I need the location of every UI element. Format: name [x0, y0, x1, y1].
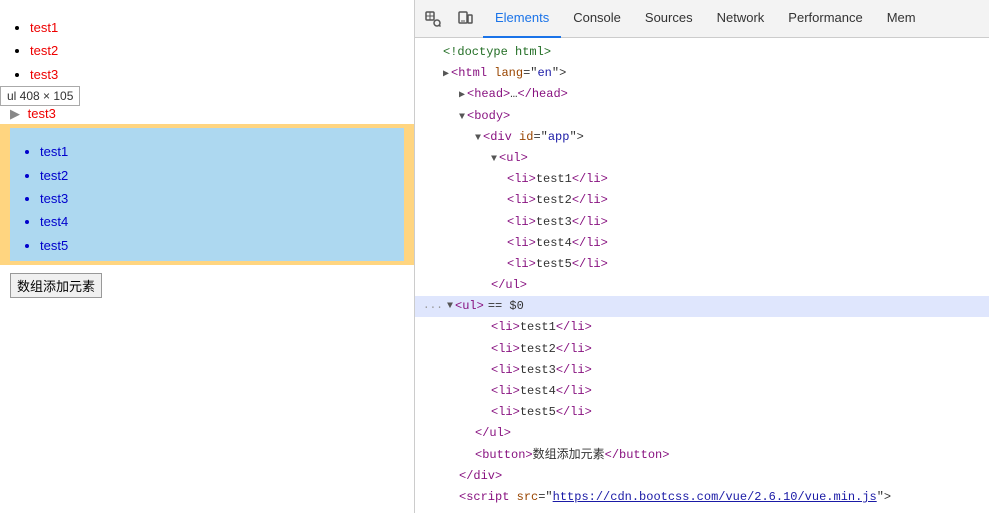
devtools-panel: Elements Console Sources Network Perform…: [415, 0, 989, 513]
code-head[interactable]: ▶<head>…</head>: [415, 84, 989, 105]
h-link-5[interactable]: test5: [40, 238, 68, 253]
selected-indicator: == $0: [488, 297, 524, 316]
code-ul-close-2[interactable]: </ul>: [415, 423, 989, 444]
code-button[interactable]: <button>数组添加元素</button>: [415, 445, 989, 466]
expand-div[interactable]: ▼: [475, 131, 481, 147]
inspect-icon[interactable]: [419, 5, 447, 33]
add-button[interactable]: 数组添加元素: [10, 273, 102, 298]
code-li2-4[interactable]: <li>test4</li>: [415, 381, 989, 402]
devtools-code-panel: <!doctype html> ▶<html lang="en"> ▶<head…: [415, 38, 989, 513]
expand-head[interactable]: ▶: [459, 88, 465, 104]
h-item-5: test5: [40, 234, 394, 257]
code-doctype: <!doctype html>: [415, 42, 989, 63]
link-test3[interactable]: test3: [30, 67, 58, 82]
code-body[interactable]: ▼<body>: [415, 106, 989, 127]
h-link-4[interactable]: test4: [40, 214, 68, 229]
element-tooltip: ul 408 × 105: [0, 86, 80, 106]
tab-mem[interactable]: Mem: [875, 0, 928, 38]
code-ul-selected[interactable]: ... ▼ <ul> == $0: [415, 296, 989, 317]
code-li-1[interactable]: <li>test1</li>: [415, 169, 989, 190]
top-list: test1 test2 test3: [0, 0, 414, 94]
highlighted-inner: test1 test2 test3 test4 test5: [10, 128, 404, 261]
code-li2-5[interactable]: <li>test5</li>: [415, 402, 989, 423]
tab-network[interactable]: Network: [705, 0, 777, 38]
tab-console[interactable]: Console: [561, 0, 633, 38]
tooltip-text: ul 408 × 105: [7, 89, 73, 103]
code-li2-3[interactable]: <li>test3</li>: [415, 360, 989, 381]
h-item-2: test2: [40, 164, 394, 187]
expand-ul1[interactable]: ▼: [491, 152, 497, 168]
h-link-3[interactable]: test3: [40, 191, 68, 206]
add-button-container: 数组添加元素: [0, 265, 414, 306]
collapsed-item-label: test3: [28, 106, 56, 121]
code-li2-1[interactable]: <li>test1</li>: [415, 317, 989, 338]
device-icon[interactable]: [451, 5, 479, 33]
list-item-3: test3: [30, 63, 404, 86]
collapsed-item-row: ▶ test3: [0, 106, 414, 122]
h-item-1: test1: [40, 140, 394, 163]
code-li-4[interactable]: <li>test4</li>: [415, 233, 989, 254]
devtools-tabs-bar: Elements Console Sources Network Perform…: [415, 0, 989, 38]
code-ul-first[interactable]: ▼<ul>: [415, 148, 989, 169]
list-item-1: test1: [30, 16, 404, 39]
code-li2-2[interactable]: <li>test2</li>: [415, 339, 989, 360]
h-item-4: test4: [40, 210, 394, 233]
webpage-preview: test1 test2 test3 ul 408 × 105 ▶ test3 t…: [0, 0, 415, 513]
code-div-app[interactable]: ▼<div id="app">: [415, 127, 989, 148]
highlighted-ul: test1 test2 test3 test4 test5: [20, 140, 394, 257]
code-html[interactable]: ▶<html lang="en">: [415, 63, 989, 84]
code-script[interactable]: <script src="https://cdn.bootcss.com/vue…: [415, 487, 989, 508]
script-src-link[interactable]: https://cdn.bootcss.com/vue/2.6.10/vue.m…: [553, 490, 877, 504]
h-link-2[interactable]: test2: [40, 168, 68, 183]
h-link-1[interactable]: test1: [40, 144, 68, 159]
expand-html[interactable]: ▶: [443, 67, 449, 83]
h-item-3: test3: [40, 187, 394, 210]
top-ul: test1 test2 test3: [10, 16, 404, 86]
code-div-close[interactable]: </div>: [415, 466, 989, 487]
link-test2[interactable]: test2: [30, 43, 58, 58]
link-test1[interactable]: test1: [30, 20, 58, 35]
code-ul-close-1[interactable]: </ul>: [415, 275, 989, 296]
expand-body[interactable]: ▼: [459, 110, 465, 126]
code-li-3[interactable]: <li>test3</li>: [415, 212, 989, 233]
tab-sources[interactable]: Sources: [633, 0, 705, 38]
highlighted-section: test1 test2 test3 test4 test5: [0, 124, 414, 265]
code-li-2[interactable]: <li>test2</li>: [415, 190, 989, 211]
tab-elements[interactable]: Elements: [483, 0, 561, 38]
expand-arrow[interactable]: ▶: [10, 106, 20, 121]
code-li-5[interactable]: <li>test5</li>: [415, 254, 989, 275]
expand-ul2[interactable]: ▼: [447, 299, 453, 315]
line-dots: ...: [423, 298, 443, 316]
tab-performance[interactable]: Performance: [776, 0, 874, 38]
list-item-2: test2: [30, 39, 404, 62]
